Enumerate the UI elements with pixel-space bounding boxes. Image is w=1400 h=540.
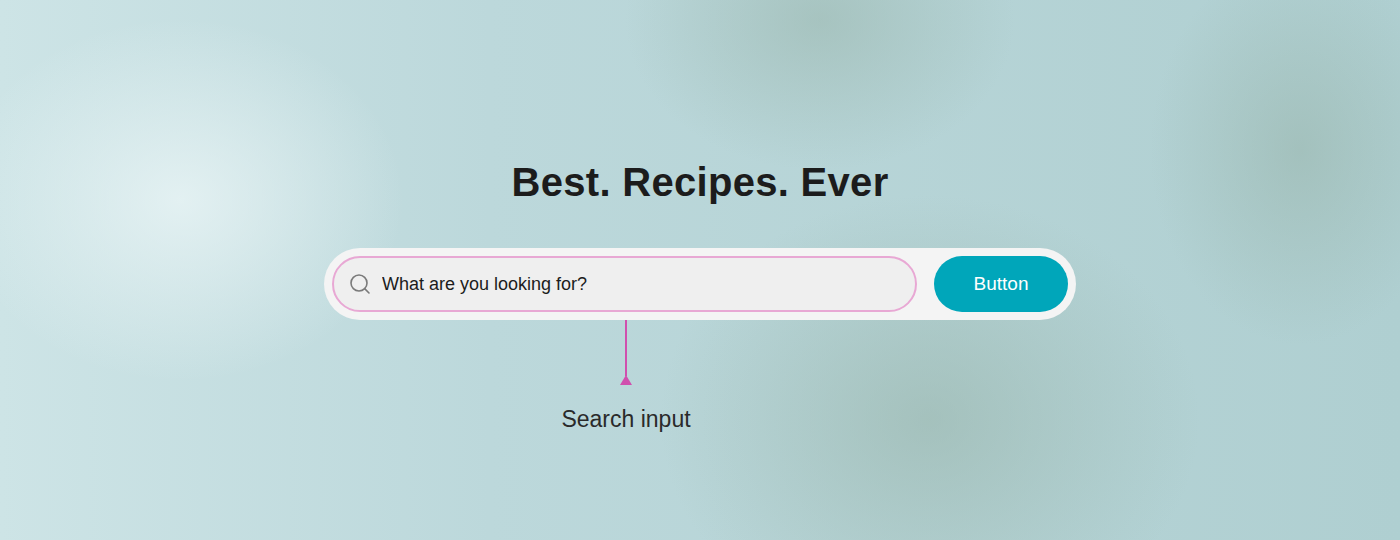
- annotation-line: [625, 320, 627, 376]
- annotation-row: Search input: [324, 320, 1076, 433]
- annotation: Search input: [536, 320, 716, 433]
- search-icon: [348, 272, 372, 296]
- search-bar: Button: [324, 248, 1076, 320]
- search-button[interactable]: Button: [934, 256, 1068, 312]
- hero-title: Best. Recipes. Ever: [511, 158, 888, 206]
- search-input[interactable]: [380, 273, 901, 296]
- search-field[interactable]: [332, 256, 917, 312]
- annotation-arrow: [620, 375, 632, 385]
- annotation-label: Search input: [561, 405, 690, 433]
- hero: Best. Recipes. Ever Button Search input: [0, 0, 1400, 540]
